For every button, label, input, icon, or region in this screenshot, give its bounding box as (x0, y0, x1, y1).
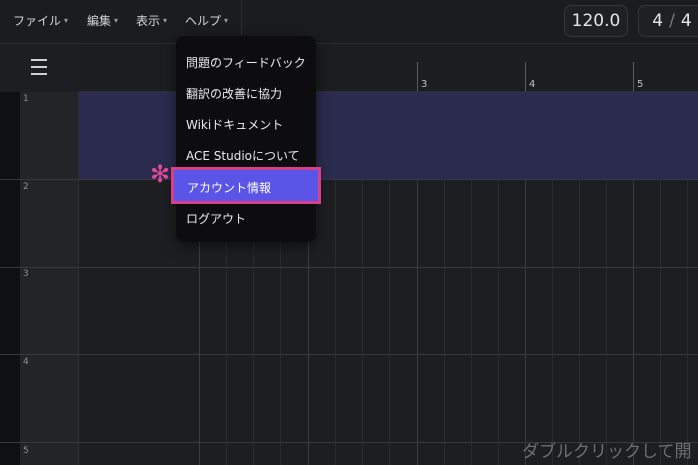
menu-view-label: 表示 (136, 14, 161, 28)
time-sig-separator: / (669, 11, 675, 31)
chevron-down-icon: ▾ (64, 16, 69, 25)
menu-edit-label: 編集 (87, 14, 112, 28)
menu-edit[interactable]: 編集 ▾ (87, 12, 118, 29)
asterisk-icon: ✻ (150, 160, 171, 188)
track-divider (0, 267, 698, 268)
menu-item-translation[interactable]: 翻訳の改善に協力 (186, 85, 282, 102)
ruler-tick (417, 62, 418, 91)
track-number: 4 (23, 357, 29, 367)
menu-file[interactable]: ファイル ▾ (13, 12, 68, 29)
track-number: 2 (23, 182, 29, 192)
ruler-bar-number: 4 (529, 79, 536, 90)
ruler-tick (525, 62, 526, 91)
menu-item-about[interactable]: ACE Studioについて (186, 147, 300, 164)
time-sig-denominator: 4 (680, 11, 692, 31)
ruler-bar-number: 5 (637, 79, 644, 90)
ruler-tick (633, 62, 634, 91)
chevron-down-icon: ▾ (163, 16, 168, 25)
track-header-column[interactable] (20, 92, 79, 465)
ruler-bar-number: 3 (421, 79, 428, 90)
menu-view[interactable]: 表示 ▾ (136, 12, 167, 29)
menu-help-label: ヘルプ (185, 14, 222, 28)
menu-item-logout[interactable]: ログアウト (186, 210, 246, 227)
menu-item-feedback[interactable]: 問題のフィードバック (186, 54, 306, 71)
time-sig-numerator: 4 (652, 11, 664, 31)
menu-item-wiki[interactable]: Wikiドキュメント (186, 116, 283, 133)
track-number: 5 (23, 446, 29, 456)
menu-item-account-info[interactable]: アカウント情報 (171, 167, 321, 204)
track-divider (0, 179, 698, 180)
sidebar-strip (0, 92, 20, 465)
timeline-ruler[interactable] (79, 44, 698, 92)
menu-help[interactable]: ヘルプ ▾ (185, 12, 228, 29)
menu-file-label: ファイル (13, 14, 62, 28)
hamburger-menu-icon[interactable] (31, 58, 47, 76)
chevron-down-icon: ▾ (114, 16, 119, 25)
tempo-value: 120.0 (571, 11, 621, 31)
menu-bar: ファイル ▾ 編集 ▾ 表示 ▾ ヘルプ ▾ 120.0 4 / 4 (0, 0, 698, 44)
help-dropdown-menu: 問題のフィードバック 翻訳の改善に協力 Wikiドキュメント ACE Studi… (176, 36, 316, 242)
track-number: 3 (23, 269, 29, 279)
menu-item-account-info-label: アカウント情報 (187, 181, 272, 195)
time-signature-field[interactable]: 4 / 4 (638, 5, 698, 37)
track-number: 1 (23, 94, 29, 104)
canvas-hint-text: ダブルクリックして開 (522, 442, 692, 462)
tempo-field[interactable]: 120.0 (564, 5, 628, 37)
chevron-down-icon: ▾ (224, 16, 229, 25)
track-divider (0, 354, 698, 355)
